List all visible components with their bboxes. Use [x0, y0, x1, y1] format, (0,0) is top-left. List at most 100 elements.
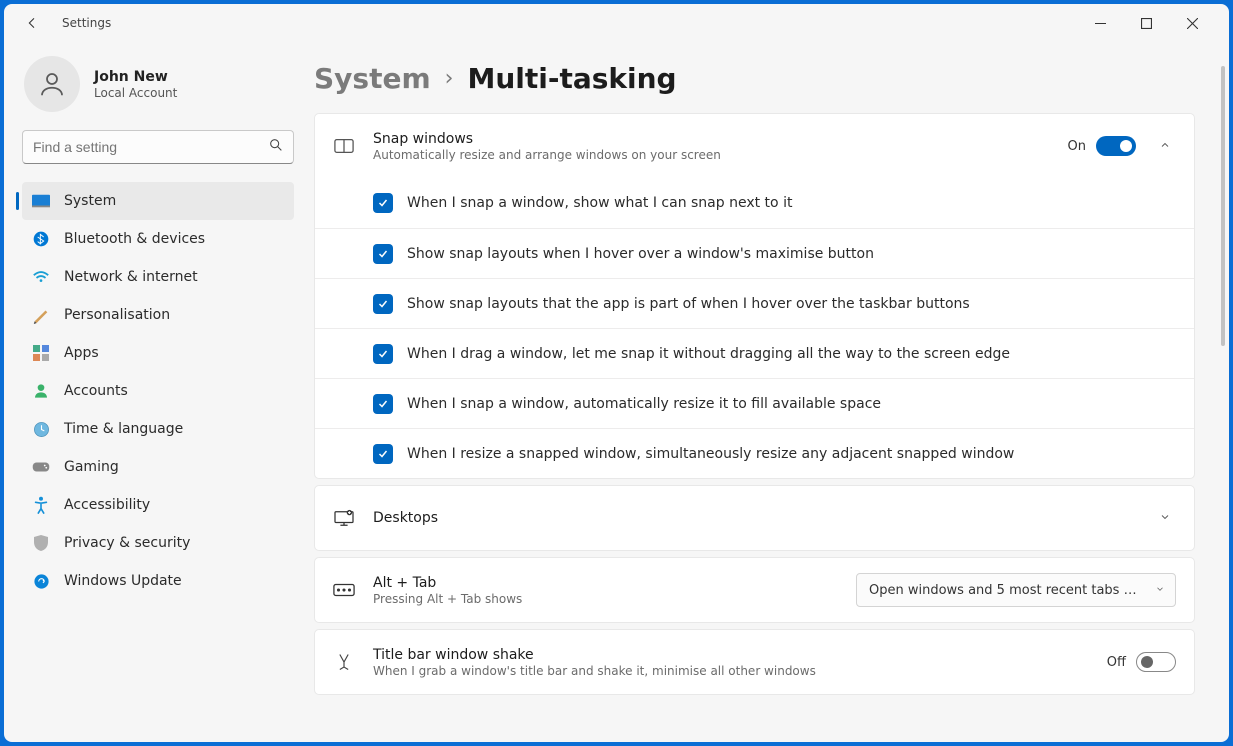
- shake-row: Title bar window shake When I grab a win…: [315, 630, 1194, 694]
- snap-option-row: When I drag a window, let me snap it wit…: [315, 328, 1194, 378]
- search-input[interactable]: [22, 130, 294, 164]
- snap-option-label: When I snap a window, automatically resi…: [407, 396, 881, 412]
- back-button[interactable]: [18, 9, 46, 37]
- minimize-button[interactable]: [1077, 8, 1123, 38]
- bluetooth-icon: [32, 230, 50, 248]
- apps-icon: [32, 344, 50, 362]
- snap-option-label: When I drag a window, let me snap it wit…: [407, 346, 1010, 362]
- sidebar-item-personalisation[interactable]: Personalisation: [22, 296, 294, 334]
- sidebar-item-label: Gaming: [64, 459, 119, 475]
- snap-option-checkbox[interactable]: [373, 294, 393, 314]
- snap-option-checkbox[interactable]: [373, 394, 393, 414]
- breadcrumb-parent[interactable]: System: [314, 62, 431, 95]
- snap-windows-group: Snap windows Automatically resize and ar…: [314, 113, 1195, 479]
- shake-icon: [333, 652, 355, 672]
- network-icon: [32, 268, 50, 286]
- avatar: [24, 56, 80, 112]
- search-icon: [268, 137, 284, 157]
- shake-subtitle: When I grab a window's title bar and sha…: [373, 664, 1089, 678]
- alttab-row: Alt + Tab Pressing Alt + Tab shows Open …: [315, 558, 1194, 622]
- titlebar: Settings: [4, 4, 1229, 42]
- snap-option-checkbox[interactable]: [373, 344, 393, 364]
- sidebar-item-bluetooth[interactable]: Bluetooth & devices: [22, 220, 294, 258]
- shake-title: Title bar window shake: [373, 647, 1089, 663]
- sidebar-item-label: Bluetooth & devices: [64, 231, 205, 247]
- window-title: Settings: [62, 16, 111, 30]
- desktops-group: Desktops: [314, 485, 1195, 551]
- snap-layout-icon: [333, 138, 355, 154]
- snap-title: Snap windows: [373, 131, 1050, 147]
- alttab-dropdown[interactable]: Open windows and 5 most recent tabs in M: [856, 573, 1176, 607]
- sidebar-item-label: Windows Update: [64, 573, 182, 589]
- sidebar-item-privacy[interactable]: Privacy & security: [22, 524, 294, 562]
- shake-toggle[interactable]: [1136, 652, 1176, 672]
- settings-window: Settings John New Local Account: [4, 4, 1229, 742]
- nav: System Bluetooth & devices Network & inter…: [22, 182, 294, 600]
- desktops-icon: [333, 509, 355, 527]
- alttab-icon: [333, 583, 355, 597]
- sidebar-item-system[interactable]: System: [22, 182, 294, 220]
- desktops-title: Desktops: [373, 510, 1136, 526]
- chevron-right-icon: ›: [445, 66, 454, 91]
- shake-group: Title bar window shake When I grab a win…: [314, 629, 1195, 695]
- snap-option-label: Show snap layouts that the app is part o…: [407, 296, 970, 312]
- user-subtitle: Local Account: [94, 86, 177, 100]
- system-icon: [32, 192, 50, 210]
- close-button[interactable]: [1169, 8, 1215, 38]
- snap-toggle-label: On: [1068, 139, 1086, 154]
- time-icon: [32, 420, 50, 438]
- snap-option-row: When I snap a window, automatically resi…: [315, 378, 1194, 428]
- snap-option-label: When I resize a snapped window, simultan…: [407, 446, 1014, 462]
- sidebar-item-accounts[interactable]: Accounts: [22, 372, 294, 410]
- sidebar-item-label: Accounts: [64, 383, 128, 399]
- shake-toggle-label: Off: [1107, 655, 1126, 670]
- chevron-up-icon: [1154, 139, 1176, 154]
- scrollbar[interactable]: [1221, 66, 1225, 346]
- snap-option-checkbox[interactable]: [373, 244, 393, 264]
- breadcrumb: System › Multi-tasking: [314, 62, 1195, 95]
- sidebar-item-apps[interactable]: Apps: [22, 334, 294, 372]
- snap-option-checkbox[interactable]: [373, 444, 393, 464]
- alttab-title: Alt + Tab: [373, 575, 838, 591]
- snap-option-label: When I snap a window, show what I can sn…: [407, 195, 792, 211]
- sidebar-item-label: Personalisation: [64, 307, 170, 323]
- personalisation-icon: [32, 306, 50, 324]
- search: [22, 130, 294, 164]
- sidebar-item-accessibility[interactable]: Accessibility: [22, 486, 294, 524]
- sidebar-item-time[interactable]: Time & language: [22, 410, 294, 448]
- sidebar-item-network[interactable]: Network & internet: [22, 258, 294, 296]
- snap-option-row: Show snap layouts when I hover over a wi…: [315, 228, 1194, 278]
- content: System › Multi-tasking Snap windows Auto…: [312, 42, 1229, 742]
- chevron-down-icon: [1154, 511, 1176, 526]
- privacy-icon: [32, 534, 50, 552]
- page-title: Multi-tasking: [467, 62, 676, 95]
- snap-option-row: When I resize a snapped window, simultan…: [315, 428, 1194, 478]
- snap-subtitle: Automatically resize and arrange windows…: [373, 148, 1050, 162]
- snap-option-row: When I snap a window, show what I can sn…: [315, 178, 1194, 228]
- snap-windows-row[interactable]: Snap windows Automatically resize and ar…: [315, 114, 1194, 178]
- desktops-row[interactable]: Desktops: [315, 486, 1194, 550]
- sidebar-item-update[interactable]: Windows Update: [22, 562, 294, 600]
- sidebar-item-gaming[interactable]: Gaming: [22, 448, 294, 486]
- sidebar: John New Local Account System Bluetooth &…: [4, 42, 312, 742]
- update-icon: [32, 572, 50, 590]
- snap-option-checkbox[interactable]: [373, 193, 393, 213]
- sidebar-item-label: System: [64, 193, 116, 209]
- snap-toggle[interactable]: [1096, 136, 1136, 156]
- chevron-down-icon: [1155, 584, 1165, 597]
- snap-option-label: Show snap layouts when I hover over a wi…: [407, 246, 874, 262]
- sidebar-item-label: Time & language: [64, 421, 183, 437]
- sidebar-item-label: Privacy & security: [64, 535, 190, 551]
- user-name: John New: [94, 69, 177, 85]
- maximize-button[interactable]: [1123, 8, 1169, 38]
- accounts-icon: [32, 382, 50, 400]
- accessibility-icon: [32, 496, 50, 514]
- alttab-subtitle: Pressing Alt + Tab shows: [373, 592, 838, 606]
- gaming-icon: [32, 458, 50, 476]
- alttab-group: Alt + Tab Pressing Alt + Tab shows Open …: [314, 557, 1195, 623]
- alttab-selected: Open windows and 5 most recent tabs in M: [869, 583, 1139, 598]
- snap-option-row: Show snap layouts that the app is part o…: [315, 278, 1194, 328]
- sidebar-item-label: Apps: [64, 345, 99, 361]
- user-block[interactable]: John New Local Account: [24, 56, 294, 112]
- sidebar-item-label: Accessibility: [64, 497, 150, 513]
